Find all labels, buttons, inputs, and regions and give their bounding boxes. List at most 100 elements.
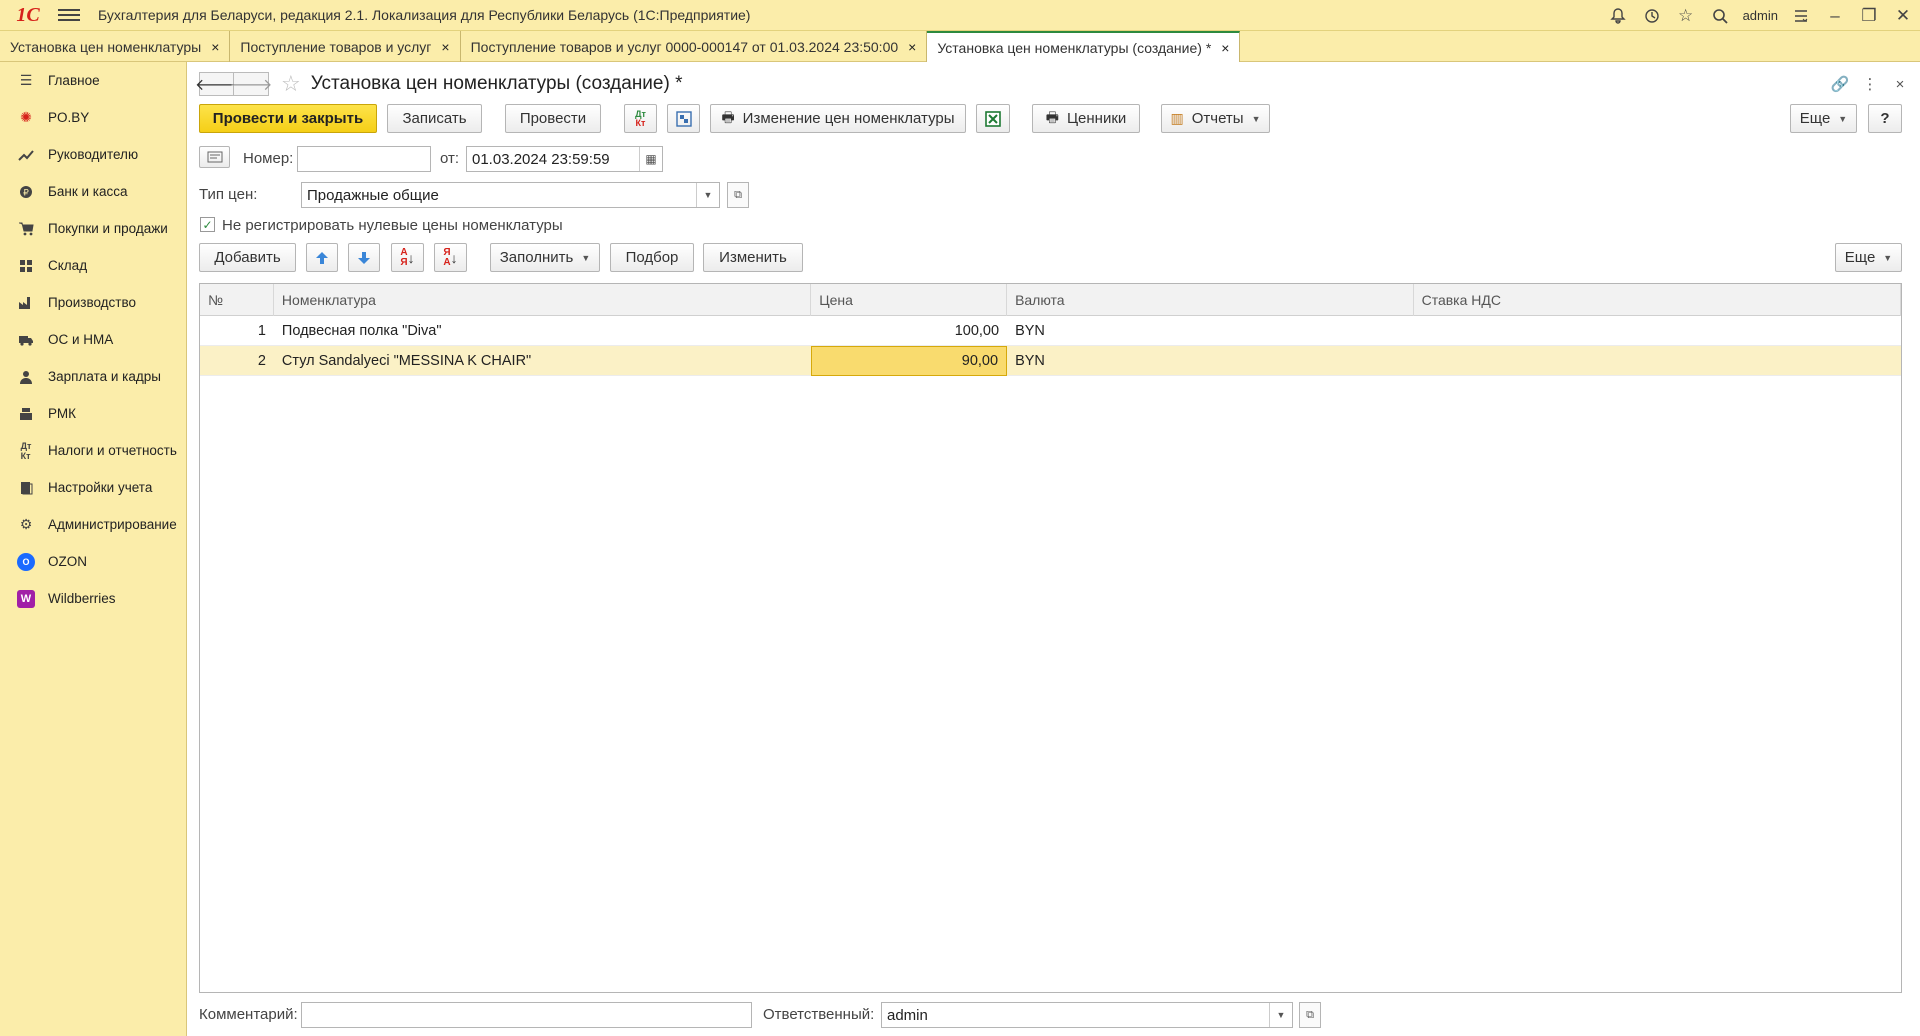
table-more-button[interactable]: Еще ▼ [1835,243,1902,272]
cell-vat[interactable] [1414,346,1901,376]
column-header-price[interactable]: Цена [811,284,1008,316]
sort-descending-icon[interactable]: Я А ↓ [434,243,467,272]
more-vertical-icon[interactable]: ⋮ [1855,75,1885,93]
dt-kt-entries-icon[interactable]: Дт Кт [624,104,657,133]
cell-item[interactable]: Стул Sandalyeci "MESSINA K CHAIR" [274,346,811,376]
current-user[interactable]: admin [1743,8,1778,23]
post-and-close-button[interactable]: Провести и закрыть [199,104,377,133]
price-type-label: Тип цен: [199,186,258,203]
sidebar-item-label: Руководителю [48,147,139,162]
favorites-star-icon[interactable]: ☆ [1669,0,1703,31]
tab-price-setting-new[interactable]: Установка цен номенклатуры (создание) * … [927,31,1241,62]
zero-prices-label: Не регистрировать нулевые цены номенклат… [222,217,563,234]
link-icon[interactable]: 🔗 [1825,75,1855,93]
forward-arrow-icon[interactable]: 🡒 [230,72,272,96]
settings-lines-icon[interactable] [1784,0,1818,31]
main-menu-icon[interactable] [58,9,80,21]
history-icon[interactable] [1635,0,1669,31]
prices-table[interactable]: № Номенклатура Цена Валюта Ставка НДС 1 … [199,283,1902,993]
sidebar-item-fixed-assets[interactable]: ОС и НМА [0,321,186,358]
search-icon[interactable] [1703,0,1737,31]
tab-price-setting-list[interactable]: Установка цен номенклатуры × [0,31,231,62]
sidebar-item-purchases[interactable]: Покупки и продажи [0,210,186,247]
cell-number[interactable]: 1 [200,316,274,346]
close-tab-icon[interactable]: × [441,39,449,55]
sidebar-item-warehouse[interactable]: Склад [0,247,186,284]
move-down-icon[interactable] [348,243,380,272]
structure-icon[interactable] [667,104,700,133]
reports-button[interactable]: ▥ Отчеты ▼ [1161,104,1270,133]
calendar-icon[interactable]: ▦ [639,147,662,171]
close-window-icon[interactable]: ✕ [1886,0,1920,31]
excel-export-icon[interactable] [976,104,1010,133]
cell-price[interactable]: 100,00 [811,316,1007,346]
sidebar-item-administration[interactable]: ⚙ Администрирование [0,506,186,543]
close-tab-icon[interactable]: × [211,39,219,55]
sidebar-item-salary[interactable]: Зарплата и кадры [0,358,186,395]
cell-currency[interactable]: BYN [1007,316,1414,346]
tab-goods-receipts[interactable]: Поступление товаров и услуг × [230,31,461,62]
trend-icon [16,145,36,165]
column-header-vat[interactable]: Ставка НДС [1414,284,1901,316]
table-row[interactable]: 2 Стул Sandalyeci "MESSINA K CHAIR" 90,0… [200,346,1901,376]
date-field[interactable]: 01.03.2024 23:59:59 ▦ [466,146,663,172]
document-info-icon[interactable] [199,146,230,168]
sidebar-item-director[interactable]: Руководителю [0,136,186,173]
cell-item[interactable]: Подвесная полка "Diva" [274,316,811,346]
pick-button[interactable]: Подбор [610,243,694,272]
cell-currency[interactable]: BYN [1007,346,1414,376]
chevron-down-icon[interactable]: ▼ [696,183,719,207]
cell-price[interactable]: 90,00 [811,346,1008,376]
post-button[interactable]: Провести [505,104,601,133]
restore-icon[interactable]: ❐ [1852,0,1886,31]
price-tags-button[interactable]: 🖶 Ценники [1032,104,1140,133]
bell-icon[interactable] [1601,0,1635,31]
zero-prices-checkbox[interactable]: ✓ [200,217,215,232]
close-tab-icon[interactable]: × [908,39,916,55]
fill-button[interactable]: Заполнить ▼ [490,243,600,272]
cell-number[interactable]: 2 [200,346,274,376]
sidebar-item-label: ОС и НМА [48,332,114,347]
date-value: 01.03.2024 23:59:59 [472,150,610,168]
save-button[interactable]: Записать [387,104,482,133]
price-type-field[interactable]: Продажные общие ▼ [301,182,720,208]
chevron-down-icon: ▼ [1838,113,1848,124]
open-icon[interactable]: ⧉ [1299,1002,1321,1028]
price-change-print-button[interactable]: 🖶 Изменение цен номенклатуры [710,104,966,133]
sidebar-item-rmk[interactable]: РМК [0,395,186,432]
sidebar-item-production[interactable]: Производство [0,284,186,321]
sidebar-item-main[interactable]: ☰ Главное [0,62,186,99]
sort-ascending-icon[interactable]: А Я ↓ [391,243,424,272]
chevron-down-icon[interactable]: ▼ [1269,1003,1292,1027]
truck-icon [16,330,36,350]
table-header: № Номенклатура Цена Валюта Ставка НДС [200,284,1901,316]
sidebar-item-ozon[interactable]: O OZON [0,543,186,580]
add-row-button[interactable]: Добавить [199,243,296,272]
sidebar-item-poby[interactable]: ✺ PO.BY [0,99,186,136]
column-header-number[interactable]: № [200,284,274,316]
help-button[interactable]: ? [1868,104,1902,133]
sidebar-item-taxes[interactable]: Дт Кт Налоги и отчетность [0,432,186,469]
sidebar-item-accounting-settings[interactable]: Настройки учета [0,469,186,506]
more-button[interactable]: Еще ▼ [1790,104,1857,133]
sidebar-item-wildberries[interactable]: W Wildberries [0,580,186,617]
chevron-down-icon: ▼ [1251,113,1261,124]
minimize-icon[interactable]: – [1818,0,1852,31]
close-tab-icon[interactable]: × [1221,40,1229,56]
move-up-icon[interactable] [306,243,338,272]
column-header-item[interactable]: Номенклатура [274,284,812,316]
close-form-icon[interactable]: × [1885,76,1915,93]
column-header-currency[interactable]: Валюта [1007,284,1414,316]
document-form: 🡐 🡒 ☆ Установка цен номенклатуры (создан… [188,62,1920,1036]
sidebar-item-bank[interactable]: ₽ Банк и касса [0,173,186,210]
favorite-star-icon[interactable]: ☆ [281,71,301,97]
tab-goods-receipt-doc[interactable]: Поступление товаров и услуг 0000-000147 … [461,31,928,62]
table-row[interactable]: 1 Подвесная полка "Diva" 100,00 BYN [200,316,1901,346]
change-button[interactable]: Изменить [703,243,803,272]
responsible-field[interactable]: admin ▼ [881,1002,1293,1028]
open-icon[interactable]: ⧉ [727,182,749,208]
number-field[interactable] [297,146,431,172]
comment-field[interactable] [301,1002,752,1028]
price-type-value: Продажные общие [307,186,439,204]
cell-vat[interactable] [1414,316,1901,346]
